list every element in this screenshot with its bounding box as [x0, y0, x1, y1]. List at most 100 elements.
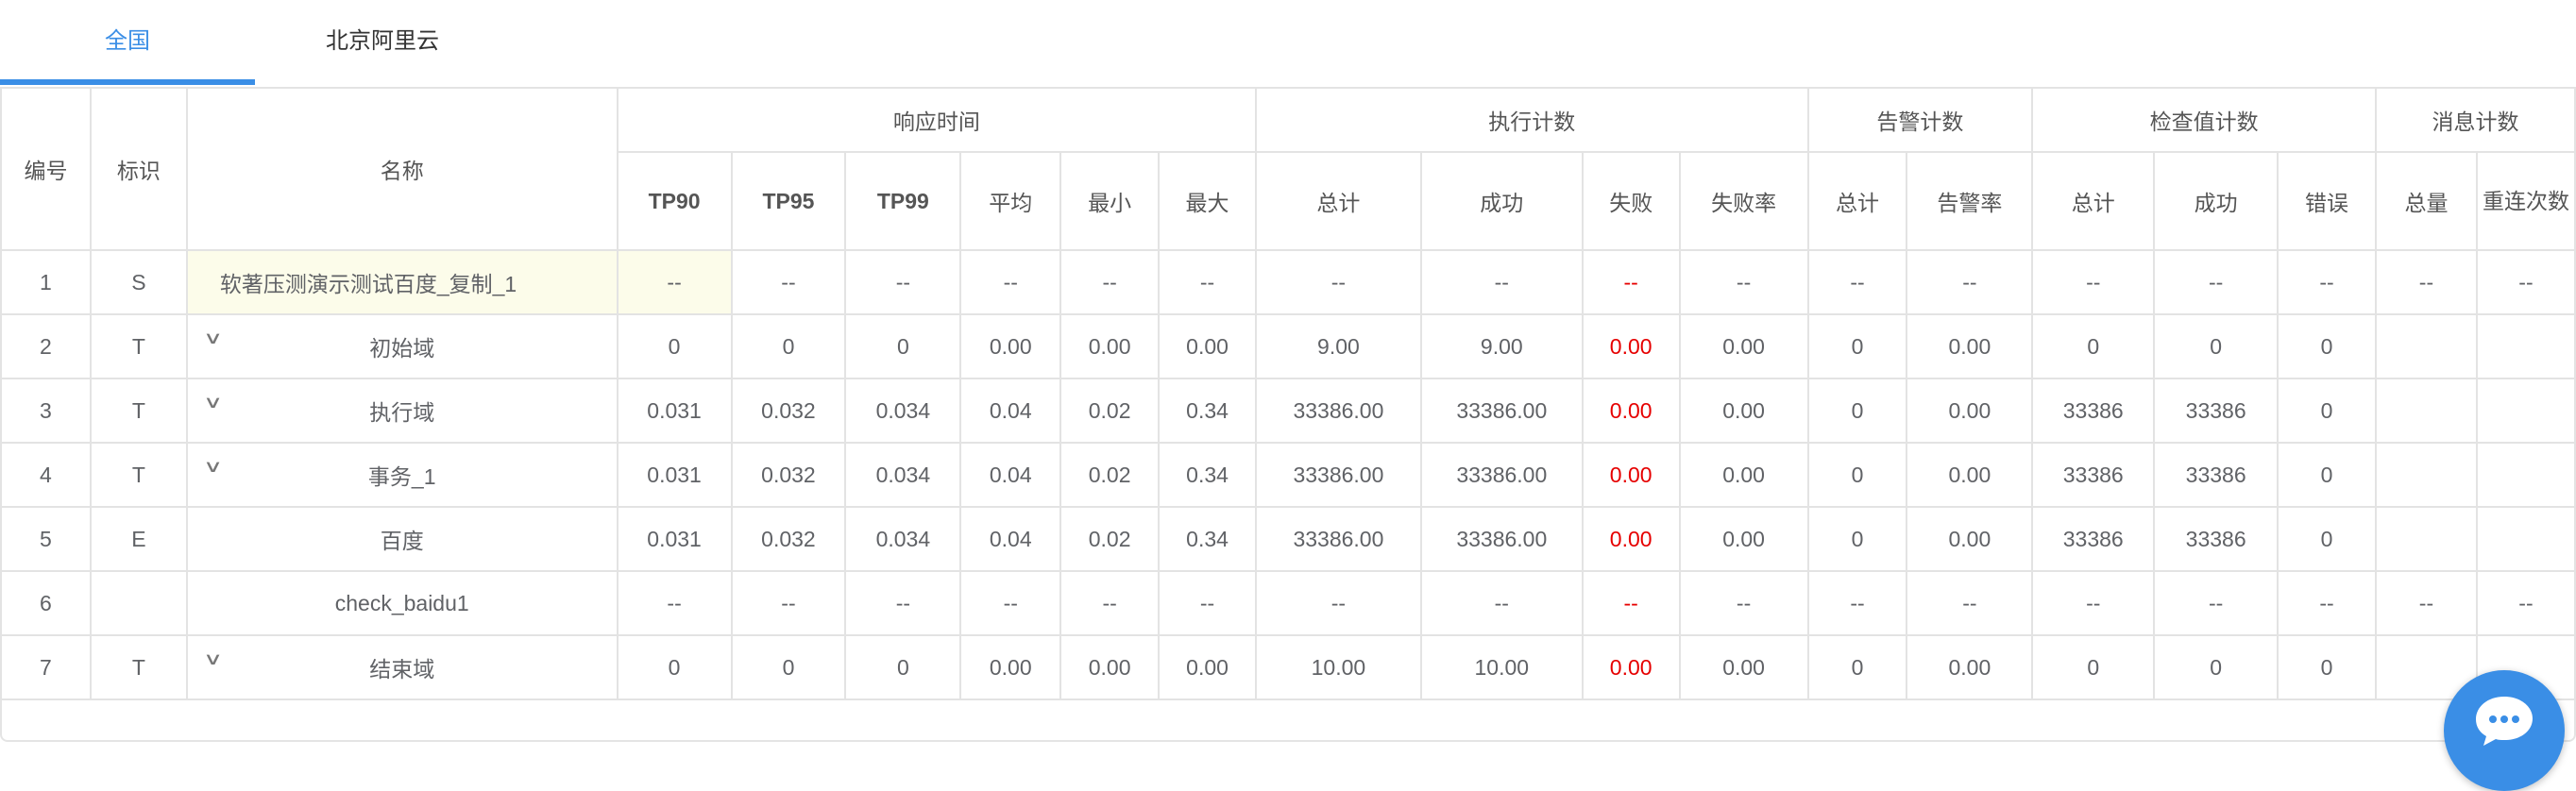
cell-msg-retry: -- [2475, 249, 2576, 315]
cell-tp90: 0.031 [616, 442, 733, 508]
table-row[interactable]: 3 T ∨ 执行域 0.031 0.032 0.034 0.04 0.02 0.34 33386.0… [0, 378, 2576, 444]
row-tag: T [89, 378, 188, 444]
cell-check-error: -- [2277, 249, 2377, 315]
table-row[interactable]: 1 S 软著压测演示测试百度_复制_1 -- -- -- -- -- -- -- -- -- -- -- -… [0, 249, 2576, 315]
row-name: ∨ 结束域 [185, 634, 619, 700]
cell-exec-fail-rate: -- [1678, 249, 1809, 315]
cell-max: 0.34 [1158, 506, 1257, 572]
cell-check-total: -- [2031, 249, 2156, 315]
chevron-down-icon[interactable]: ∨ [203, 457, 223, 477]
col-header-name: 名称 [185, 87, 619, 251]
chevron-down-icon[interactable]: ∨ [203, 328, 223, 348]
col-header-msg-retry: 重连次数 [2475, 151, 2576, 251]
cell-msg-retry [2475, 313, 2576, 379]
chevron-down-icon[interactable]: ∨ [203, 393, 223, 412]
cell-msg-retry [2475, 378, 2576, 444]
cell-exec-fail-rate: 0.00 [1678, 378, 1809, 444]
group-header-alarm: 告警计数 [1806, 87, 2034, 153]
cell-min: 0.02 [1059, 506, 1161, 572]
cell-alarm-rate: -- [1906, 249, 2034, 315]
row-name-label: 百度 [380, 529, 424, 553]
row-id: 2 [0, 313, 92, 379]
col-header-tp95: TP95 [730, 151, 847, 251]
cell-alarm-total: -- [1806, 249, 1908, 315]
cell-exec-total: -- [1255, 249, 1422, 315]
cell-exec-fail-rate: 0.00 [1678, 313, 1809, 379]
cell-msg-retry: -- [2475, 570, 2576, 636]
cell-avg: 0.04 [959, 378, 1062, 444]
cell-avg: -- [959, 570, 1062, 636]
cell-check-total: 33386 [2031, 378, 2156, 444]
cell-tp95: 0.032 [730, 378, 847, 444]
row-name-label: 事务_1 [367, 464, 436, 489]
cell-avg: -- [959, 249, 1062, 315]
cell-alarm-rate: 0.00 [1906, 313, 2034, 379]
cell-exec-fail: 0.00 [1581, 506, 1681, 572]
table-row[interactable]: 6 check_baidu1 -- -- -- -- -- -- -- -- -- -- -- -- -- -… [0, 570, 2576, 636]
cell-min: 0.02 [1059, 378, 1161, 444]
cell-check-total: 33386 [2031, 442, 2156, 508]
cell-tp95: 0 [730, 313, 847, 379]
cell-exec-fail-rate: -- [1678, 570, 1809, 636]
cell-check-error: -- [2277, 570, 2377, 636]
cell-max: 0.34 [1158, 378, 1257, 444]
chat-bubble-icon [2476, 697, 2533, 746]
cell-check-success: 33386 [2153, 506, 2279, 572]
cell-avg: 0.00 [959, 634, 1062, 700]
col-header-alarm-rate: 告警率 [1906, 151, 2034, 251]
cell-exec-fail: 0.00 [1581, 313, 1681, 379]
table-row[interactable]: 4 T ∨ 事务_1 0.031 0.032 0.034 0.04 0.02 0.34 33386.… [0, 442, 2576, 508]
chat-button[interactable] [2444, 670, 2565, 791]
col-header-check-total: 总计 [2031, 151, 2156, 251]
cell-avg: 0.00 [959, 313, 1062, 379]
cell-check-total: 0 [2031, 634, 2156, 700]
cell-exec-success: -- [1419, 570, 1584, 636]
cell-check-success: 0 [2153, 634, 2279, 700]
cell-tp90: -- [616, 249, 733, 315]
cell-msg-total: -- [2375, 570, 2478, 636]
col-header-max: 最大 [1158, 151, 1257, 251]
cell-alarm-total: 0 [1806, 506, 1908, 572]
col-header-avg: 平均 [959, 151, 1062, 251]
table-row[interactable]: 2 T ∨ 初始域 0 0 0 0.00 0.00 0.00 9.00 9.00 0.00 0.00 0 0.… [0, 313, 2576, 379]
cell-alarm-rate: 0.00 [1906, 634, 2034, 700]
col-header-min: 最小 [1059, 151, 1161, 251]
cell-check-error: 0 [2277, 634, 2377, 700]
chevron-down-icon[interactable]: ∨ [203, 649, 223, 669]
cell-check-error: 0 [2277, 442, 2377, 508]
cell-tp99: -- [844, 570, 962, 636]
cell-exec-success: 10.00 [1419, 634, 1584, 700]
cell-exec-total: 33386.00 [1255, 378, 1422, 444]
cell-exec-fail: 0.00 [1581, 634, 1681, 700]
cell-min: 0.00 [1059, 634, 1161, 700]
cell-exec-total: 9.00 [1255, 313, 1422, 379]
tab-nationwide[interactable]: 全国 [0, 0, 255, 83]
row-name: ∨ 事务_1 [185, 442, 619, 508]
cell-exec-total: 33386.00 [1255, 506, 1422, 572]
row-tag: T [89, 442, 188, 508]
table-row[interactable]: 5 E 百度 0.031 0.032 0.034 0.04 0.02 0.34 33386.00 3… [0, 506, 2576, 572]
cell-exec-total: 33386.00 [1255, 442, 1422, 508]
col-header-check-success: 成功 [2153, 151, 2279, 251]
cell-max: -- [1158, 570, 1257, 636]
cell-min: -- [1059, 570, 1161, 636]
row-name-label: 软著压测演示测试百度_复制_1 [219, 272, 517, 296]
col-header-tp99: TP99 [844, 151, 962, 251]
cell-msg-total: -- [2375, 249, 2478, 315]
row-name-label: 结束域 [369, 657, 435, 682]
col-header-check-error: 错误 [2277, 151, 2377, 251]
cell-tp90: -- [616, 570, 733, 636]
table-row[interactable]: 7 T ∨ 结束域 0 0 0 0.00 0.00 0.00 10.00 10.00 0.00 0.00 0… [0, 634, 2576, 700]
cell-max: 0.00 [1158, 634, 1257, 700]
cell-max: 0.00 [1158, 313, 1257, 379]
cell-exec-fail: -- [1581, 570, 1681, 636]
row-name: check_baidu1 [185, 570, 619, 636]
col-header-tp90: TP90 [616, 151, 733, 251]
cell-exec-success: -- [1419, 249, 1584, 315]
col-header-exec-fail: 失败 [1581, 151, 1681, 251]
cell-max: 0.34 [1158, 442, 1257, 508]
col-header-alarm-total: 总计 [1806, 151, 1908, 251]
cell-tp99: 0.034 [844, 506, 962, 572]
tab-beijing-aliyun[interactable]: 北京阿里云 [255, 0, 510, 83]
group-header-check: 检查值计数 [2031, 87, 2377, 153]
